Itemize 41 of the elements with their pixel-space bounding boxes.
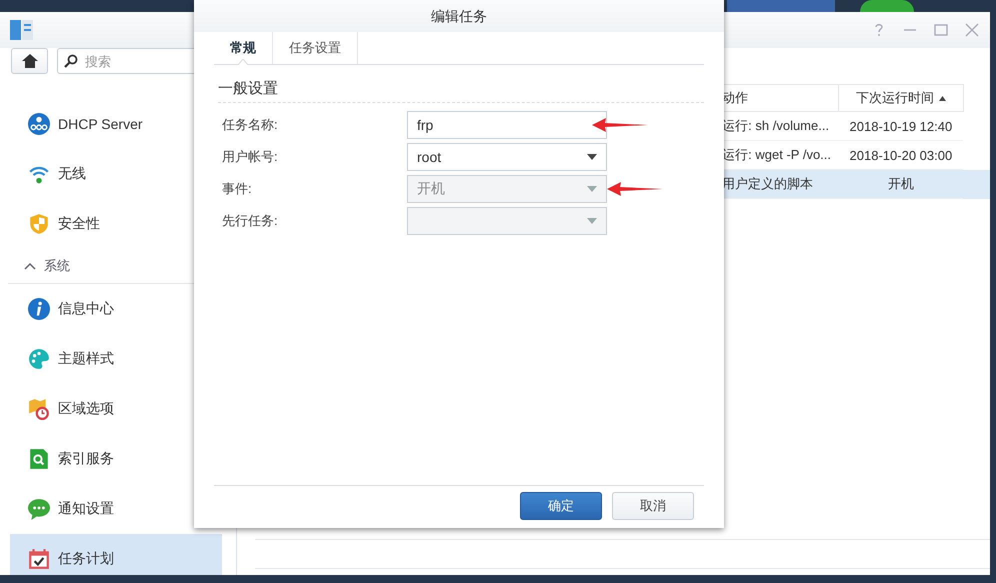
field-label: 用户帐号: <box>222 148 279 166</box>
dropdown[interactable]: root <box>407 143 607 171</box>
sidebar-item[interactable]: 任务计划 <box>10 534 222 575</box>
info-icon <box>28 298 50 320</box>
search-icon <box>64 54 78 68</box>
field-label: 先行任务: <box>222 212 279 230</box>
calendar-check-icon <box>28 548 50 570</box>
input-field[interactable]: frp <box>407 111 607 139</box>
shield-icon <box>28 213 50 235</box>
caret-icon <box>587 186 597 192</box>
table-cell: 2018-10-19 12:40 <box>838 112 964 140</box>
confirm-button[interactable]: 确定 <box>520 492 602 520</box>
sidebar-item[interactable]: 无线 <box>10 149 222 199</box>
sidebar-item[interactable]: 索引服务 <box>10 434 222 484</box>
cancel-button[interactable]: 取消 <box>612 492 694 520</box>
sidebar-item[interactable]: 安全性 <box>10 199 222 249</box>
field-label: 事件: <box>222 180 253 198</box>
table-cell: 开机 <box>838 170 964 198</box>
dialog-title: 编辑任务 <box>194 0 724 32</box>
close-icon[interactable] <box>964 22 980 38</box>
section-title: 一般设置 <box>218 77 704 103</box>
tab[interactable]: 任务设置 <box>273 32 358 64</box>
field-label: 任务名称: <box>222 116 279 134</box>
tab[interactable]: 常规 <box>214 32 273 64</box>
column-header[interactable]: 下次运行时间 <box>838 84 964 112</box>
network-icon <box>28 113 50 135</box>
maximize-icon[interactable] <box>933 22 949 38</box>
sidebar-item[interactable]: 区域选项 <box>10 384 222 434</box>
document-search-icon <box>28 448 50 470</box>
home-button[interactable] <box>11 48 48 74</box>
sidebar-item[interactable]: 通知设置 <box>10 484 222 534</box>
sidebar-item[interactable]: 信息中心 <box>10 284 222 334</box>
app-icon <box>10 20 34 40</box>
home-icon <box>22 54 38 68</box>
caret-icon <box>587 154 597 160</box>
map-clock-icon <box>28 398 50 420</box>
caret-icon <box>587 218 597 224</box>
sidebar-item[interactable]: 主题样式 <box>10 334 222 384</box>
chevron-icon <box>24 262 36 270</box>
palette-icon <box>28 348 50 370</box>
chat-bubble-icon <box>28 498 50 520</box>
